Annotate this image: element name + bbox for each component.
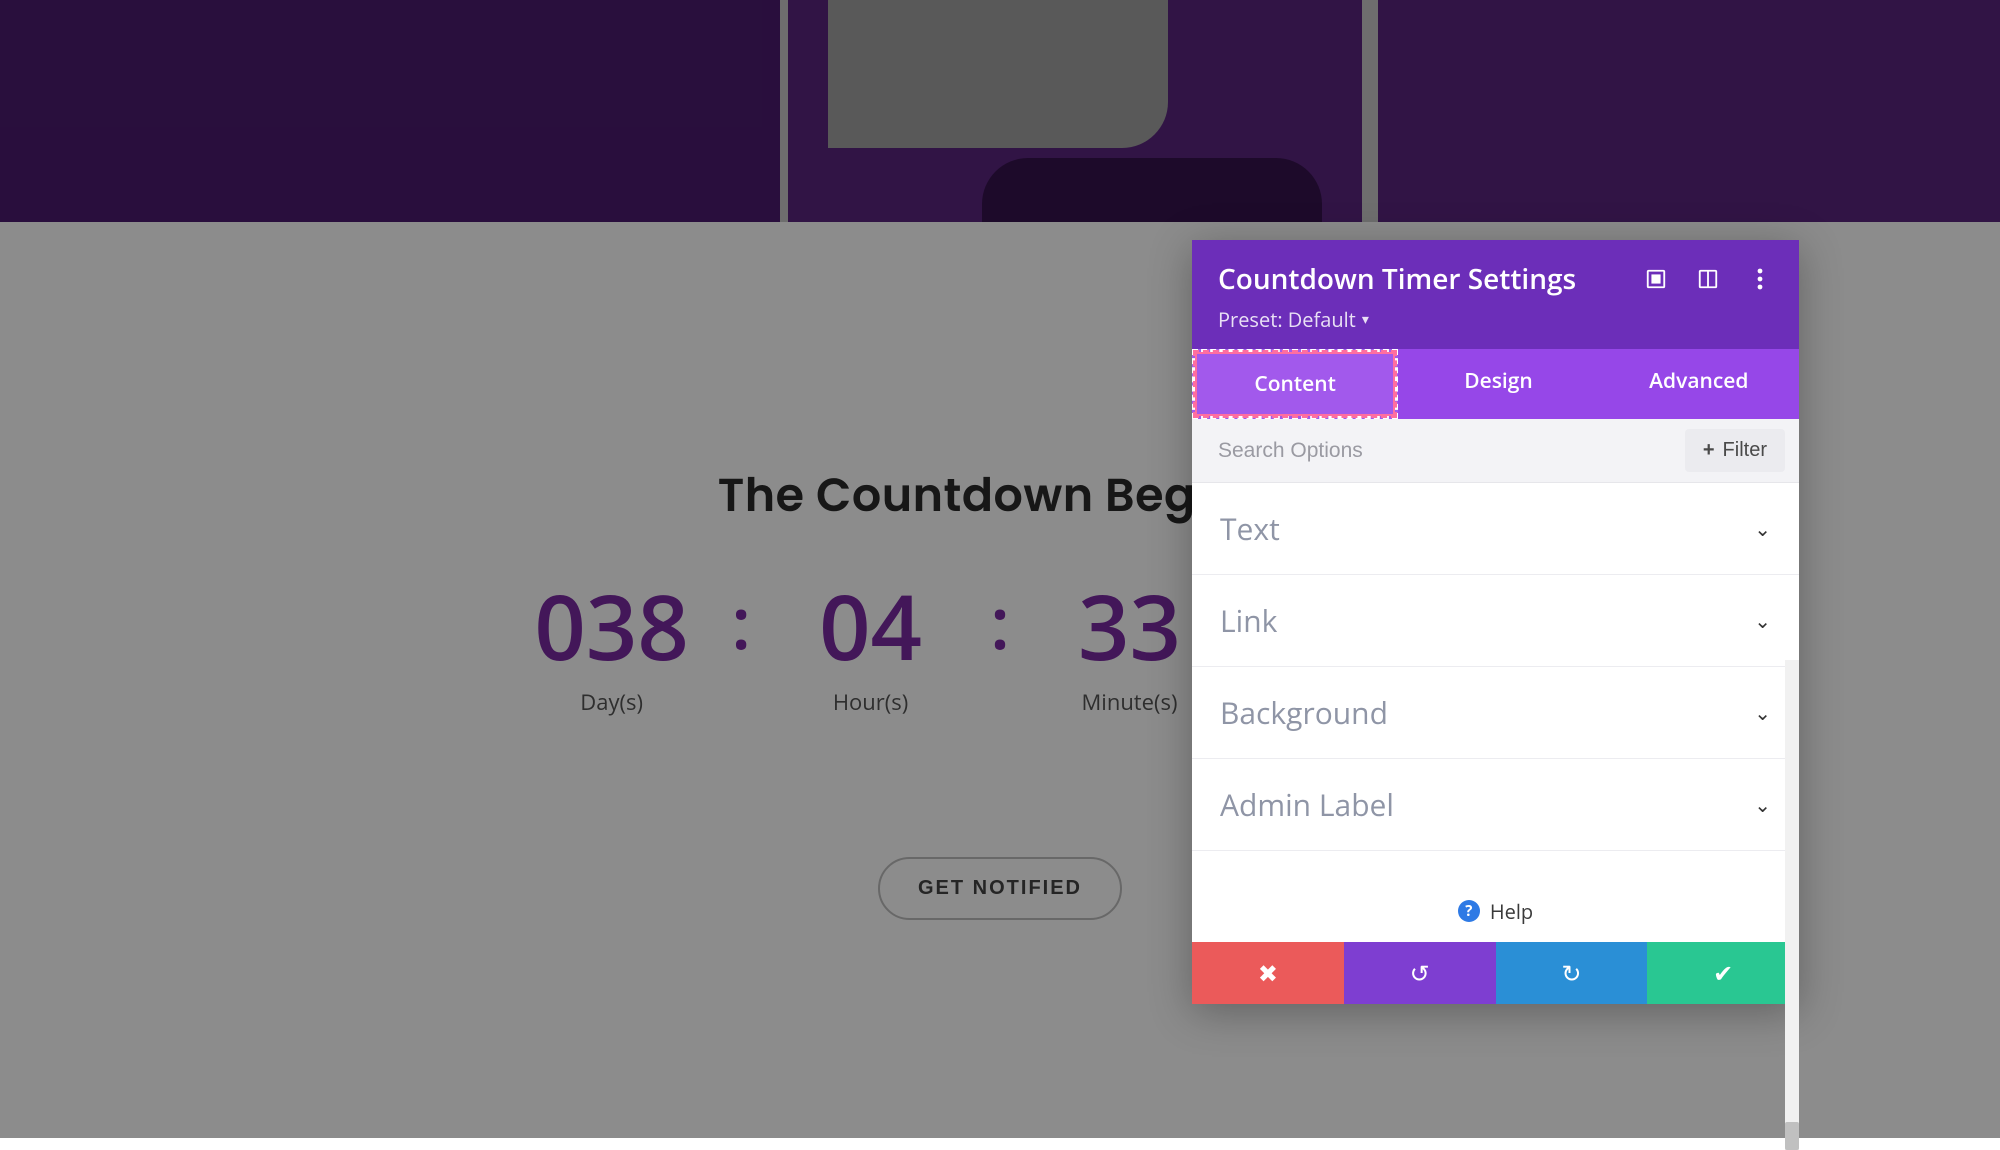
expand-icon[interactable] (1643, 266, 1669, 292)
snap-icon[interactable] (1695, 266, 1721, 292)
save-button[interactable]: ✔ (1647, 942, 1799, 1004)
preset-label: Preset: Default (1218, 306, 1356, 333)
cancel-button[interactable]: ✖ (1192, 942, 1344, 1004)
modal-tabs: Content Design Advanced (1192, 349, 1799, 419)
help-link[interactable]: ? Help (1192, 880, 1799, 942)
section-label: Background (1220, 692, 1388, 733)
tab-content[interactable]: Content (1192, 349, 1398, 419)
filter-label: Filter (1723, 439, 1767, 462)
filter-button[interactable]: + Filter (1685, 429, 1785, 472)
undo-button[interactable]: ↺ (1344, 942, 1496, 1004)
check-icon: ✔ (1713, 957, 1733, 990)
undo-icon: ↺ (1410, 957, 1430, 990)
section-label: Link (1220, 600, 1277, 641)
section-admin-label[interactable]: Admin Label ⌄ (1192, 759, 1799, 851)
tab-design[interactable]: Design (1398, 349, 1598, 419)
help-label: Help (1490, 898, 1533, 925)
chevron-down-icon: ⌄ (1754, 791, 1771, 818)
settings-modal: Countdown Timer Settings Preset: Default… (1192, 240, 1799, 1004)
modal-header[interactable]: Countdown Timer Settings Preset: Default… (1192, 240, 1799, 349)
chevron-down-icon: ⌄ (1754, 699, 1771, 726)
help-icon: ? (1458, 900, 1480, 922)
scrollbar-thumb[interactable] (1785, 1122, 1799, 1150)
chevron-down-icon: ⌄ (1754, 607, 1771, 634)
accordion: Text ⌄ Link ⌄ Background ⌄ Admin Label ⌄ (1192, 483, 1799, 880)
preset-dropdown[interactable]: Preset: Default ▾ (1218, 306, 1369, 333)
caret-down-icon: ▾ (1362, 310, 1369, 329)
section-text[interactable]: Text ⌄ (1192, 483, 1799, 575)
search-input[interactable] (1218, 439, 1685, 463)
kebab-menu-icon[interactable] (1747, 266, 1773, 292)
close-icon: ✖ (1258, 957, 1278, 990)
section-label: Admin Label (1220, 784, 1394, 825)
search-row: + Filter (1192, 419, 1799, 483)
tab-advanced[interactable]: Advanced (1599, 349, 1799, 419)
chevron-down-icon: ⌄ (1754, 515, 1771, 542)
plus-icon: + (1703, 439, 1715, 462)
section-label: Text (1220, 508, 1280, 549)
modal-footer: ✖ ↺ ↻ ✔ (1192, 942, 1799, 1004)
redo-button[interactable]: ↻ (1496, 942, 1648, 1004)
section-background[interactable]: Background ⌄ (1192, 667, 1799, 759)
section-link[interactable]: Link ⌄ (1192, 575, 1799, 667)
modal-scrollbar[interactable] (1785, 660, 1799, 1150)
modal-title: Countdown Timer Settings (1218, 260, 1643, 298)
redo-icon: ↻ (1561, 957, 1581, 990)
